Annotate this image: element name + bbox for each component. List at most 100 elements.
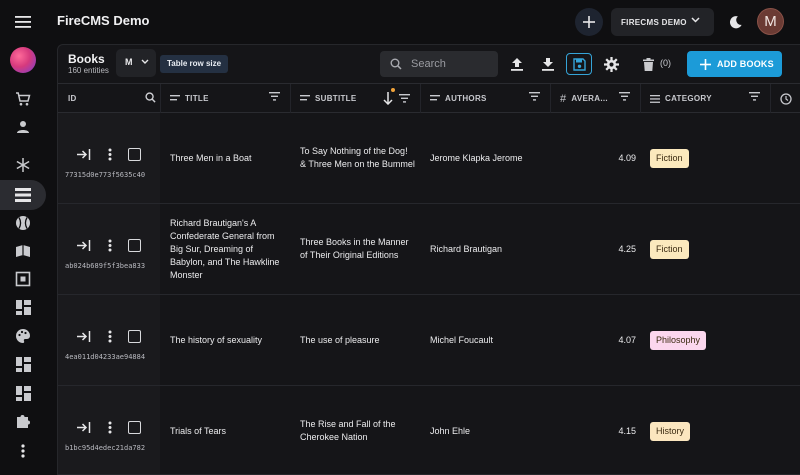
authors-cell[interactable]: Jerome Klapka Jerome — [430, 113, 546, 203]
category-chip: History — [650, 421, 691, 441]
palette-icon[interactable] — [12, 325, 34, 347]
menu-icon[interactable] — [12, 11, 34, 33]
project-selector[interactable]: FIRECMS DEMO — [611, 8, 714, 36]
table-row[interactable]: b1bc95d4edec21da782 Trials of Tears The … — [58, 386, 800, 474]
save-icon — [572, 57, 586, 71]
category-chip: Fiction — [650, 239, 689, 259]
category-chip: Fiction — [650, 148, 689, 168]
filter-icon[interactable] — [749, 92, 760, 101]
authors-cell[interactable]: John Ehle — [430, 386, 546, 474]
row-actions — [76, 146, 141, 162]
list-icon[interactable] — [12, 184, 34, 206]
settings-icon[interactable] — [600, 53, 622, 75]
book-icon[interactable] — [12, 240, 34, 262]
title-cell[interactable]: Trials of Tears — [170, 386, 286, 474]
filter-icon[interactable] — [399, 94, 410, 103]
dashboard-icon-3[interactable] — [12, 382, 34, 404]
baseball-icon[interactable] — [12, 212, 34, 234]
subtitle-cell[interactable]: Three Books in the Manner of Their Origi… — [300, 204, 416, 294]
plus-icon — [700, 58, 711, 70]
dashboard-icon-2[interactable] — [12, 353, 34, 375]
open-entity-icon[interactable] — [76, 146, 92, 162]
dark-mode-icon[interactable] — [724, 11, 746, 33]
title-cell[interactable]: Three Men in a Boat — [170, 113, 286, 203]
average-cell[interactable]: 4.07 — [560, 295, 636, 385]
filter-icon[interactable] — [529, 92, 540, 101]
column-header-subtitle[interactable]: SUBTITLE — [300, 84, 420, 113]
more-vertical-icon[interactable] — [102, 237, 118, 253]
entity-id: 4ea011d04233ae94884 — [65, 353, 146, 361]
title-cell[interactable]: The history of sexuality — [170, 295, 286, 385]
project-label: FIRECMS DEMO — [621, 17, 687, 27]
save-button[interactable] — [566, 53, 592, 75]
user-avatar[interactable]: M — [757, 8, 784, 35]
more-vertical-icon[interactable] — [102, 328, 118, 344]
column-header-title[interactable]: TITLE — [170, 84, 290, 113]
app-logo[interactable] — [10, 47, 36, 73]
snowflake-icon[interactable] — [12, 154, 34, 176]
more-vertical-icon[interactable] — [12, 440, 34, 462]
column-header-authors[interactable]: AUTHORS — [430, 84, 550, 113]
open-entity-icon[interactable] — [76, 419, 92, 435]
category-cell[interactable]: Fiction — [650, 113, 766, 203]
sort-icon[interactable] — [383, 88, 395, 105]
collection-toolbar: Books 160 entities M Table row size Sear… — [58, 45, 800, 83]
entity-id: ab024b689f5f3bea833 — [65, 262, 146, 270]
open-entity-icon[interactable] — [76, 237, 92, 253]
column-label: AUTHORS — [445, 94, 487, 103]
more-vertical-icon[interactable] — [102, 146, 118, 162]
add-books-button[interactable]: ADD BOOKS — [687, 51, 782, 77]
column-separator — [550, 84, 551, 113]
upload-icon[interactable] — [506, 53, 528, 75]
cart-icon[interactable] — [12, 88, 34, 110]
search-icon — [390, 58, 402, 70]
clock-icon — [780, 92, 792, 105]
row-size-value: M — [125, 57, 133, 67]
average-cell[interactable]: 4.09 — [560, 113, 636, 203]
category-cell[interactable]: Fiction — [650, 204, 766, 294]
selected-count: (0) — [660, 58, 671, 68]
row-checkbox[interactable] — [128, 147, 141, 161]
app-title[interactable]: FireCMS Demo — [57, 13, 149, 28]
filter-icon[interactable] — [269, 92, 280, 101]
row-checkbox[interactable] — [128, 420, 141, 434]
short-text-icon — [430, 95, 440, 102]
column-header-date[interactable] — [780, 84, 800, 113]
authors-cell[interactable]: Richard Brautigan — [430, 204, 546, 294]
authors-cell[interactable]: Michel Foucault — [430, 295, 546, 385]
table-row[interactable]: ab024b689f5f3bea833 Richard Brautigan's … — [58, 204, 800, 295]
download-icon[interactable] — [537, 53, 559, 75]
category-cell[interactable]: History — [650, 386, 766, 474]
subtitle-cell[interactable]: The Rise and Fall of the Cherokee Nation — [300, 386, 416, 474]
delete-icon[interactable] — [637, 53, 659, 75]
average-cell[interactable]: 4.25 — [560, 204, 636, 294]
row-checkbox[interactable] — [128, 329, 141, 343]
column-label: TITLE — [185, 94, 209, 103]
short-text-icon — [170, 95, 180, 102]
filter-icon[interactable] — [619, 92, 630, 101]
dashboard-icon[interactable] — [12, 296, 34, 318]
puzzle-icon[interactable] — [12, 410, 34, 432]
subtitle-cell[interactable]: To Say Nothing of the Dog! & Three Men o… — [300, 113, 416, 203]
row-actions — [76, 328, 141, 344]
search-icon[interactable] — [145, 92, 156, 103]
column-header-id[interactable]: ID — [68, 84, 160, 113]
row-size-select[interactable]: M — [116, 49, 156, 77]
column-header-category[interactable]: CATEGORY — [650, 84, 770, 113]
person-icon[interactable] — [12, 116, 34, 138]
row-actions — [76, 419, 141, 435]
category-cell[interactable]: Philosophy — [650, 295, 766, 385]
average-cell[interactable]: 4.15 — [560, 386, 636, 474]
open-entity-icon[interactable] — [76, 328, 92, 344]
table-row[interactable]: 4ea011d04233ae94884 The history of sexua… — [58, 295, 800, 386]
row-checkbox[interactable] — [128, 238, 141, 252]
title-cell[interactable]: Richard Brautigan's A Confederate Genera… — [170, 204, 290, 294]
more-vertical-icon[interactable] — [102, 419, 118, 435]
table-row[interactable]: 77315d0e773f5635c40 Three Men in a Boat … — [58, 113, 800, 204]
subtitle-cell[interactable]: The use of pleasure — [300, 295, 416, 385]
row-size-tooltip: Table row size — [160, 55, 229, 73]
search-input[interactable]: Search — [380, 51, 498, 77]
extension-icon[interactable] — [12, 268, 34, 290]
column-header-average[interactable]: # AVERA... — [560, 84, 640, 113]
add-icon[interactable] — [575, 8, 603, 36]
